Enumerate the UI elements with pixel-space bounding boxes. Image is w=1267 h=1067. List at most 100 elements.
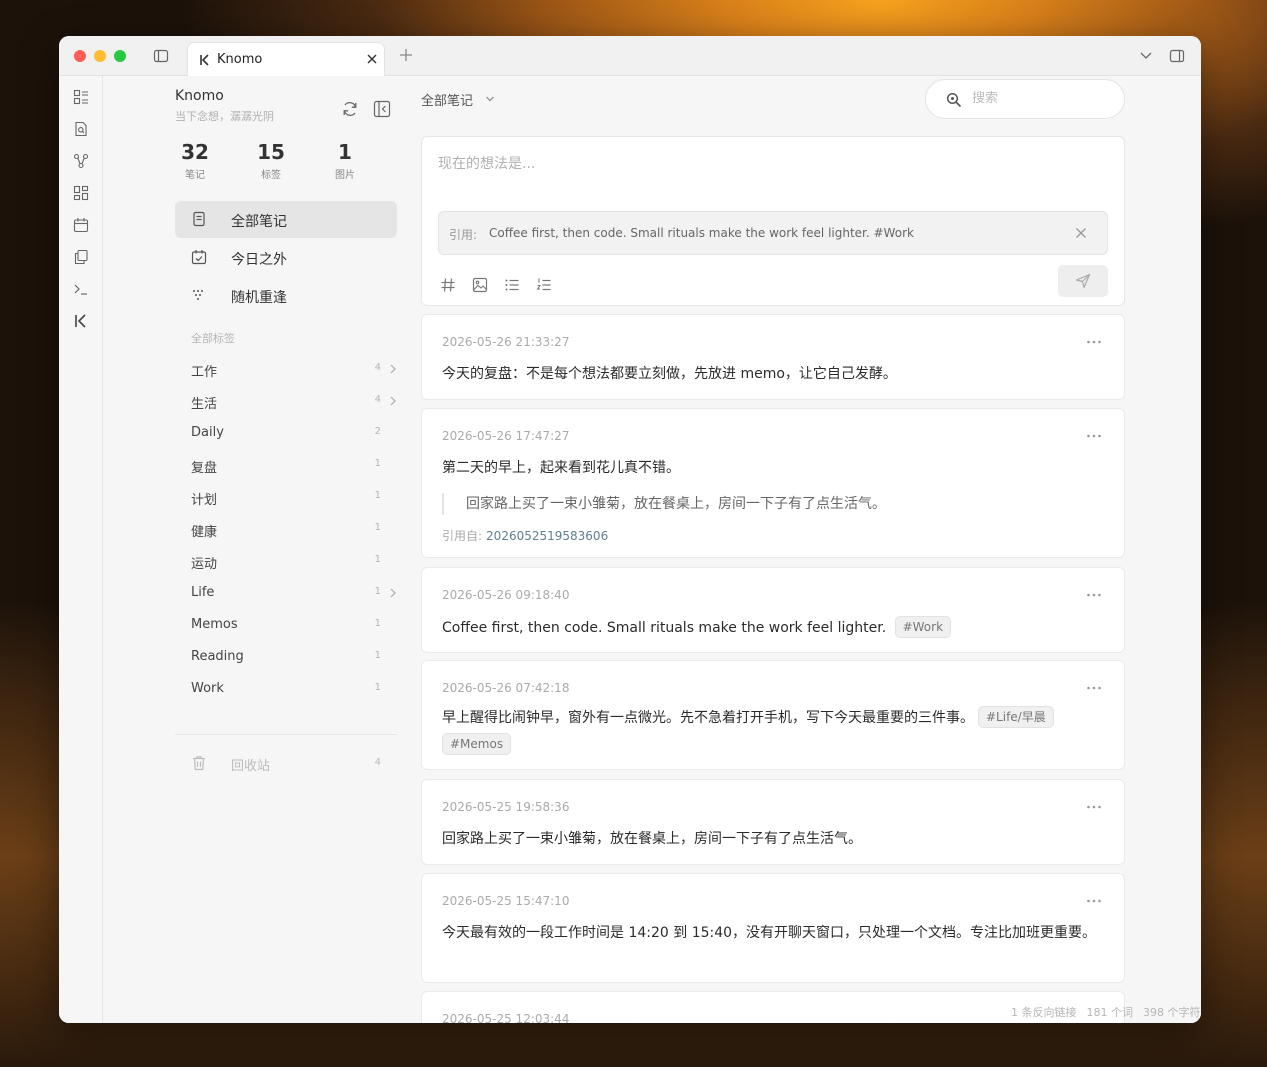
filter-label: 全部笔记	[421, 94, 474, 109]
sidebar-tag-review[interactable]: 复盘 1	[191, 454, 397, 478]
minimize-window-button[interactable]	[94, 50, 106, 62]
sync-icon[interactable]	[341, 100, 359, 118]
memo-card[interactable]: 2026-05-26 09:18:40 Coffee first, then c…	[421, 567, 1125, 653]
tab-knomo[interactable]: Knomo	[187, 42, 385, 76]
tag-name: Daily	[191, 425, 224, 440]
memo-content: Coffee first, then code. Small rituals m…	[442, 616, 1106, 640]
new-tab-icon[interactable]	[399, 48, 413, 62]
sidebar-tag-health[interactable]: 健康 1	[191, 518, 397, 542]
chevron-down-icon	[486, 96, 494, 102]
memo-tag[interactable]: #Life/早晨	[978, 706, 1054, 728]
stat-tags: 15 标签	[251, 140, 291, 181]
sidebar-tag-reading[interactable]: Reading 1	[191, 646, 397, 670]
numbered-list-icon[interactable]	[536, 277, 552, 293]
memo-tag[interactable]: #Work	[894, 616, 952, 638]
sidebar-tag-work-cn[interactable]: 工作 4	[191, 358, 397, 382]
memo-timestamp: 2026-05-26 21:33:27	[442, 335, 570, 349]
memo-timestamp: 2026-05-25 15:47:10	[442, 894, 570, 908]
sidebar-tag-memos[interactable]: Memos 1	[191, 614, 397, 638]
memo-card[interactable]: 2026-05-26 07:42:18 早上醒得比闹钟早，窗外有一点微光。先不急…	[421, 660, 1125, 770]
terminal-icon[interactable]	[73, 281, 89, 297]
tag-count: 4	[374, 394, 381, 405]
memo-tag[interactable]: #Memos	[442, 733, 512, 755]
memo-card[interactable]: 2026-05-25 19:58:36 回家路上买了一束小雏菊，放在餐桌上，房间…	[421, 779, 1125, 865]
stat-images-value: 1	[338, 140, 352, 164]
main-panel: 全部笔记 现在的想法是... 引用: Coffee first, then co…	[421, 76, 1201, 1023]
more-options-icon[interactable]	[1086, 339, 1102, 345]
file-search-icon[interactable]	[73, 121, 89, 137]
editor-placeholder[interactable]: 现在的想法是...	[438, 153, 535, 173]
toggle-left-sidebar-icon[interactable]	[153, 48, 169, 64]
title-bar: Knomo	[59, 36, 1201, 76]
sidebar-tag-daily[interactable]: Daily 2	[191, 422, 397, 446]
sidebar-tag-sport[interactable]: 运动 1	[191, 550, 397, 574]
search-input[interactable]	[972, 91, 1112, 106]
canvas-grid-icon[interactable]	[73, 185, 89, 201]
hashtag-icon[interactable]	[440, 277, 456, 293]
more-options-icon[interactable]	[1086, 685, 1102, 691]
more-options-icon[interactable]	[1086, 592, 1102, 598]
note-icon	[193, 211, 205, 227]
more-options-icon[interactable]	[1086, 804, 1102, 810]
chevron-right-icon[interactable]	[389, 396, 397, 406]
knomo-ribbon-icon[interactable]	[73, 313, 89, 329]
image-icon[interactable]	[472, 277, 488, 293]
memo-timestamp: 2026-05-25 19:58:36	[442, 800, 570, 814]
memo-content-text: 早上醒得比闹钟早，窗外有一点微光。先不急着打开手机，写下今天最重要的三件事。	[442, 710, 974, 726]
sidebar-tag-work[interactable]: Work 1	[191, 678, 397, 702]
memo-reference-link[interactable]: 2026052519583606	[486, 529, 608, 543]
memo-editor[interactable]: 现在的想法是... 引用: Coffee first, then code. S…	[421, 136, 1125, 306]
remove-quote-icon[interactable]	[1073, 225, 1089, 241]
nav-all-notes[interactable]: 全部笔记	[175, 201, 397, 238]
tag-count: 1	[374, 490, 381, 501]
sidebar-tag-plan[interactable]: 计划 1	[191, 486, 397, 510]
search-box[interactable]	[925, 79, 1125, 119]
memo-content: 回家路上买了一束小雏菊，放在餐桌上，房间一下子有了点生活气。	[442, 831, 862, 847]
nav-random-review[interactable]: 随机重逢	[175, 277, 397, 314]
memo-card[interactable]: 2026-05-26 21:33:27 今天的复盘：不是每个想法都要立刻做，先放…	[421, 314, 1125, 400]
tab-title: Knomo	[217, 52, 263, 67]
ribbon	[59, 76, 103, 1023]
more-options-icon[interactable]	[1086, 898, 1102, 904]
tag-name: Life	[191, 585, 215, 600]
close-window-button[interactable]	[74, 50, 86, 62]
dashboard-icon[interactable]	[73, 89, 89, 105]
nav-beyond-today[interactable]: 今日之外	[175, 239, 397, 276]
memo-card[interactable]: 2026-05-25 15:47:10 今天最有效的一段工作时间是 14:20 …	[421, 873, 1125, 983]
search-icon	[946, 92, 962, 108]
copy-files-icon[interactable]	[73, 249, 89, 265]
nav-trash[interactable]: 回收站 4	[175, 750, 397, 780]
tag-name: 生活	[191, 397, 218, 412]
zoom-window-button[interactable]	[114, 50, 126, 62]
memo-content: 早上醒得比闹钟早，窗外有一点微光。先不急着打开手机，写下今天最重要的三件事。 #L…	[442, 705, 1106, 759]
status-bar: 1 条反向链接 181 个词 398 个字符	[1001, 1004, 1201, 1020]
tag-count: 1	[374, 554, 381, 565]
more-options-icon[interactable]	[1086, 433, 1102, 439]
sidebar-tag-life[interactable]: Life 1	[191, 582, 397, 606]
app-window: Knomo Knomo 当下念想，潺潺光阴 32 笔记 15 标签 1 图片 全…	[59, 36, 1201, 1023]
status-backlinks[interactable]: 1 条反向链接	[1011, 1006, 1077, 1019]
close-tab-icon[interactable]	[366, 53, 378, 65]
nav-random-review-label: 随机重逢	[231, 290, 287, 306]
memo-quoted-text: 回家路上买了一束小雏菊，放在餐桌上，房间一下子有了点生活气。	[442, 493, 886, 515]
toggle-right-sidebar-icon[interactable]	[1169, 48, 1185, 64]
memo-card[interactable]: 2026-05-26 17:47:27 第二天的早上，起来看到花儿真不错。 回家…	[421, 408, 1125, 558]
chevron-right-icon[interactable]	[389, 364, 397, 374]
tab-list-chevron-icon[interactable]	[1139, 50, 1153, 62]
trash-icon	[193, 756, 205, 771]
memo-content: 今天最有效的一段工作时间是 14:20 到 15:40，没有开聊天窗口，只处理一…	[442, 925, 1097, 941]
collapse-sidebar-icon[interactable]	[373, 100, 391, 118]
app-name: Knomo	[175, 88, 224, 104]
graph-view-icon[interactable]	[73, 153, 89, 169]
sidebar-divider	[175, 734, 397, 735]
calendar-icon[interactable]	[73, 217, 89, 233]
tag-name: 健康	[191, 525, 218, 540]
chevron-right-icon[interactable]	[389, 588, 397, 598]
send-button[interactable]	[1058, 265, 1108, 297]
tag-name: Reading	[191, 649, 244, 664]
memo-content: 今天的复盘：不是每个想法都要立刻做，先放进 memo，让它自己发酵。	[442, 366, 897, 382]
bullet-list-icon[interactable]	[504, 277, 520, 293]
tag-count: 4	[374, 362, 381, 373]
shuffle-dots-icon	[193, 290, 203, 300]
sidebar-tag-life-cn[interactable]: 生活 4	[191, 390, 397, 414]
